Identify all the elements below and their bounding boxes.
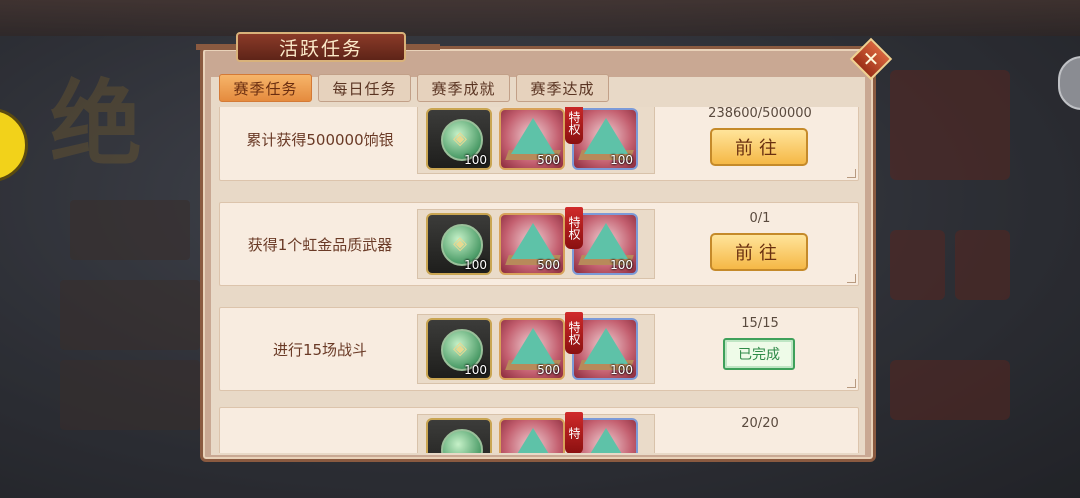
reward-item[interactable]: 500 <box>499 213 565 275</box>
tab-season-tasks[interactable]: 赛季任务 <box>219 74 312 102</box>
jade-mound-icon <box>511 428 555 453</box>
reward-item[interactable] <box>426 418 492 453</box>
task-progress: 15/15 <box>741 316 779 331</box>
reward-item[interactable]: ◈ 100 <box>426 213 492 275</box>
privilege-badge: 特权 <box>565 207 583 249</box>
privilege-badge: 特 <box>565 412 583 453</box>
task-progress: 20/20 <box>741 416 779 431</box>
task-row: 获得1个虹金品质武器 ◈ 100 500 特权 100 0/1 前往 <box>219 202 859 286</box>
jade-mound-icon <box>584 428 628 453</box>
reward-item[interactable]: 特 <box>565 412 638 453</box>
reward-list: ◈ 100 500 特权 100 <box>417 107 655 174</box>
reward-item[interactable]: 特权 100 <box>565 312 638 380</box>
reward-quantity: 500 <box>537 258 560 272</box>
task-name: 累计获得500000饷银 <box>246 130 394 149</box>
title-ornament <box>400 44 440 50</box>
task-row: 特 20/20 <box>219 407 859 453</box>
privilege-badge: 特权 <box>565 107 583 144</box>
close-icon[interactable]: ✕ <box>856 44 886 74</box>
task-progress: 0/1 <box>749 211 771 226</box>
reward-quantity: 100 <box>464 153 487 167</box>
task-list[interactable]: 累计获得500000饷银 ◈ 100 500 特权 100 238600/500… <box>219 107 859 453</box>
reward-list: ◈ 100 500 特权 100 <box>417 207 655 279</box>
reward-item[interactable]: 特权 100 <box>565 207 638 275</box>
reward-quantity: 100 <box>464 363 487 377</box>
reward-quantity: 100 <box>610 363 633 377</box>
panel-title: 活跃任务 <box>236 32 406 62</box>
tab-bar: 赛季任务 每日任务 赛季成就 赛季达成 <box>219 74 609 102</box>
reward-item[interactable]: ◈ 100 <box>426 108 492 170</box>
completed-badge: 已完成 <box>723 338 795 370</box>
jade-mound-icon <box>584 118 628 154</box>
jade-mound-icon <box>584 223 628 259</box>
go-button[interactable]: 前往 <box>710 233 808 271</box>
reward-item[interactable]: 500 <box>499 318 565 380</box>
reward-quantity: 100 <box>610 258 633 272</box>
tab-daily-tasks[interactable]: 每日任务 <box>318 74 411 102</box>
reward-item[interactable]: 500 <box>499 108 565 170</box>
jade-mound-icon <box>584 328 628 364</box>
jade-token-icon <box>441 429 483 453</box>
reward-quantity: 100 <box>610 153 633 167</box>
jade-mound-icon <box>511 328 555 364</box>
reward-quantity: 100 <box>464 258 487 272</box>
reward-item[interactable]: ◈ 100 <box>426 318 492 380</box>
tab-season-milestones[interactable]: 赛季达成 <box>516 74 609 102</box>
task-name <box>220 408 420 453</box>
jade-mound-icon <box>511 118 555 154</box>
task-name: 获得1个虹金品质武器 <box>247 235 393 254</box>
reward-quantity: 500 <box>537 363 560 377</box>
task-row: 进行15场战斗 ◈ 100 500 特权 100 15/15 已完成 <box>219 307 859 391</box>
task-row: 累计获得500000饷银 ◈ 100 500 特权 100 238600/500… <box>219 107 859 181</box>
tab-season-achievements[interactable]: 赛季成就 <box>417 74 510 102</box>
jade-mound-icon <box>511 223 555 259</box>
privilege-badge: 特权 <box>565 312 583 354</box>
jade-token-mark: ◈ <box>453 127 467 149</box>
jade-token-mark: ◈ <box>453 337 467 359</box>
reward-item[interactable]: 特权 100 <box>565 107 638 170</box>
reward-quantity: 500 <box>537 153 560 167</box>
reward-list: 特 <box>417 412 655 453</box>
task-name: 进行15场战斗 <box>272 340 368 359</box>
go-button[interactable]: 前往 <box>710 128 808 166</box>
jade-token-mark: ◈ <box>453 232 467 254</box>
reward-item[interactable] <box>499 418 565 453</box>
reward-list: ◈ 100 500 特权 100 <box>417 312 655 384</box>
task-progress: 238600/500000 <box>708 107 812 121</box>
